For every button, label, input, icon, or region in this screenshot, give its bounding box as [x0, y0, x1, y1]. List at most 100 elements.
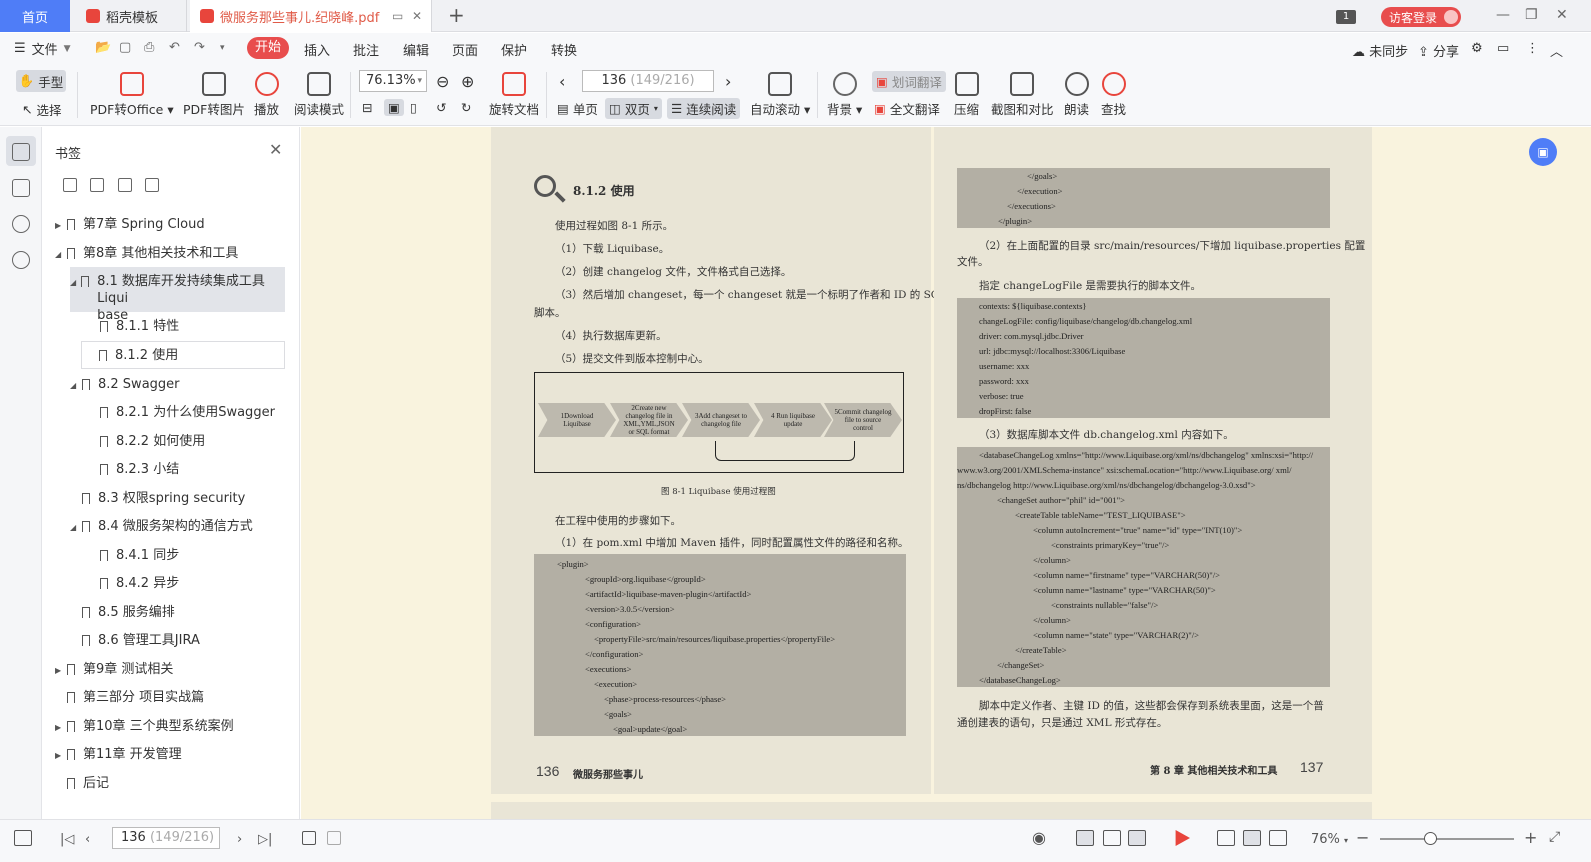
- zoom-select[interactable]: 76.13% ▾: [359, 70, 427, 92]
- comment-icon[interactable]: ▭: [1497, 41, 1509, 56]
- back-icon[interactable]: [302, 831, 316, 845]
- zoom-slider-knob[interactable]: [1424, 832, 1437, 845]
- forward-icon[interactable]: [327, 831, 341, 845]
- fullscreen-icon[interactable]: ⤢: [1549, 829, 1560, 845]
- attachment-icon[interactable]: [12, 215, 30, 233]
- bookmark-item[interactable]: 后记: [65, 775, 109, 792]
- bookmark-item[interactable]: ▶ 第9章 测试相关: [55, 661, 173, 679]
- page-number-input[interactable]: 136 (149/216): [582, 70, 714, 92]
- compress-button[interactable]: 压缩: [954, 72, 979, 118]
- bookmark-item[interactable]: ◢ 8.2 Swagger: [70, 376, 180, 394]
- hand-tool-button[interactable]: ✋ 手型: [16, 70, 66, 92]
- settings-icon[interactable]: ⚙: [1471, 41, 1483, 56]
- document-viewport[interactable]: 8.1.2 使用 使用过程如图 8-1 所示。 （1）下载 Liquibase。…: [301, 127, 1591, 819]
- minimize-icon[interactable]: —: [1496, 7, 1510, 23]
- actual-size-icon[interactable]: [1269, 830, 1287, 846]
- zoom-out-icon[interactable]: ⊖: [436, 72, 449, 91]
- background-button[interactable]: 背景 ▾: [827, 72, 862, 118]
- close-window-icon[interactable]: ✕: [1556, 7, 1568, 23]
- fit-page-icon[interactable]: ▯: [410, 100, 417, 115]
- bookmark-item[interactable]: 8.4.2 异步: [98, 575, 179, 592]
- menu-protect[interactable]: 保护: [501, 40, 527, 59]
- full-translate-button[interactable]: ▣ 全文翻译: [874, 99, 940, 118]
- expand-all-icon[interactable]: [63, 178, 77, 192]
- quick-access-more-icon[interactable]: ▾: [220, 41, 234, 55]
- read-mode-button[interactable]: 阅读模式: [294, 72, 344, 118]
- next-page-icon[interactable]: ›: [237, 832, 242, 847]
- zoom-in-icon[interactable]: +: [1524, 828, 1537, 847]
- bookmark-item[interactable]: ▶ 第11章 开发管理: [55, 746, 182, 764]
- tab-template[interactable]: 稻壳模板: [72, 0, 187, 32]
- add-bookmark-icon[interactable]: [118, 178, 132, 192]
- fit-width-icon[interactable]: ⊟: [362, 100, 372, 115]
- first-page-icon[interactable]: |◁: [60, 832, 74, 847]
- undo-icon[interactable]: ↶: [169, 41, 183, 55]
- bookmark-item[interactable]: ▶ 第7章 Spring Cloud: [55, 216, 205, 234]
- fit-page-icon[interactable]: [1243, 830, 1261, 846]
- tab-close-icon[interactable]: ✕: [412, 9, 422, 23]
- menu-start[interactable]: 开始: [247, 37, 289, 59]
- single-view-icon[interactable]: [1103, 830, 1121, 846]
- continuous-read-button[interactable]: ☰ 连续阅读: [667, 98, 741, 119]
- sync-status[interactable]: ☁ 未同步: [1352, 41, 1408, 60]
- bookmark-item[interactable]: 8.6 管理工具JIRA: [80, 632, 200, 649]
- bookmark-item[interactable]: 8.2.3 小结: [98, 461, 179, 478]
- zoom-out-icon[interactable]: −: [1356, 828, 1369, 847]
- read-aloud-button[interactable]: 朗读: [1064, 72, 1089, 118]
- menu-annotate[interactable]: 批注: [353, 40, 379, 59]
- auto-scroll-button[interactable]: 自动滚动 ▾: [750, 72, 810, 118]
- signature-icon[interactable]: [12, 251, 30, 269]
- tab-home[interactable]: 首页: [0, 0, 70, 32]
- redo-icon[interactable]: ↷: [194, 41, 208, 55]
- eye-protection-icon[interactable]: ◉: [1032, 828, 1046, 847]
- select-tool-button[interactable]: ↖ 选择: [22, 100, 62, 119]
- bookmark-item-selected[interactable]: ◢ 8.1 数据库开发持续集成工具Liqui base: [70, 267, 285, 323]
- floating-tool-button[interactable]: ▣: [1529, 138, 1557, 166]
- bookmark-item[interactable]: ▶ 第10章 三个典型系统案例: [55, 718, 234, 736]
- thumbnail-panel-icon[interactable]: [12, 179, 30, 197]
- file-menu[interactable]: ☰ 文件 ▼: [14, 39, 71, 58]
- restore-icon[interactable]: ❐: [1525, 7, 1538, 23]
- rotate-document-button[interactable]: 旋转文档: [489, 72, 539, 118]
- login-button[interactable]: 访客登录: [1381, 7, 1461, 27]
- close-icon[interactable]: ✕: [269, 140, 282, 159]
- play-button[interactable]: 播放: [254, 72, 279, 118]
- bookmark-item[interactable]: 8.2.1 为什么使用Swagger: [98, 404, 275, 421]
- menu-edit[interactable]: 编辑: [403, 40, 429, 59]
- print-icon[interactable]: ⎙: [144, 41, 158, 55]
- bookmark-item[interactable]: ◢ 第8章 其他相关技术和工具: [55, 245, 238, 263]
- play-icon[interactable]: [1175, 830, 1190, 846]
- bookmark-item[interactable]: 第三部分 项目实战篇: [65, 689, 204, 706]
- bookmark-item[interactable]: 8.4.1 同步: [98, 547, 179, 564]
- last-page-icon[interactable]: ▷|: [258, 832, 272, 847]
- rotate-left-icon[interactable]: ↺: [436, 100, 446, 115]
- menu-page[interactable]: 页面: [452, 40, 478, 59]
- capture-compare-button[interactable]: 截图和对比: [991, 72, 1054, 118]
- status-zoom[interactable]: 76% ▾: [1311, 832, 1348, 847]
- double-page-button[interactable]: ◫ 双页 ▾: [605, 98, 662, 119]
- open-folder-icon[interactable]: 📂: [95, 41, 111, 55]
- rotate-right-icon[interactable]: ↻: [461, 100, 471, 115]
- bookmark-item[interactable]: 8.5 服务编排: [80, 604, 175, 621]
- more-icon[interactable]: ⋮: [1526, 41, 1539, 56]
- double-view-icon[interactable]: [1128, 830, 1146, 846]
- menu-convert[interactable]: 转换: [551, 40, 577, 59]
- single-page-button[interactable]: ▤ 单页: [557, 99, 598, 118]
- bookmark-item[interactable]: 8.1.1 特性: [98, 318, 179, 335]
- bookmark-panel-icon[interactable]: [12, 143, 30, 161]
- collapse-ribbon-icon[interactable]: ︿: [1550, 41, 1563, 60]
- save-icon[interactable]: ▢: [119, 41, 133, 55]
- actual-size-icon[interactable]: ▣: [384, 99, 404, 116]
- bookmark-item[interactable]: ◢ 8.4 微服务架构的通信方式: [70, 518, 253, 536]
- pdf-to-office-button[interactable]: PDF转Office ▾: [90, 72, 174, 118]
- menu-insert[interactable]: 插入: [304, 40, 330, 59]
- bookmark-item[interactable]: 8.3 权限spring security: [80, 490, 245, 507]
- status-page-input[interactable]: 136 (149/216): [112, 827, 220, 849]
- bookmark-item-current[interactable]: 8.1.2 使用: [81, 341, 285, 369]
- zoom-slider-track[interactable]: [1380, 838, 1514, 840]
- collapse-all-icon[interactable]: [90, 178, 104, 192]
- find-button[interactable]: 查找: [1101, 72, 1126, 118]
- prev-page-icon[interactable]: ‹: [559, 72, 565, 91]
- word-translate-button[interactable]: ▣ 划词翻译: [872, 71, 946, 92]
- bookmark-item[interactable]: 8.2.2 如何使用: [98, 433, 205, 450]
